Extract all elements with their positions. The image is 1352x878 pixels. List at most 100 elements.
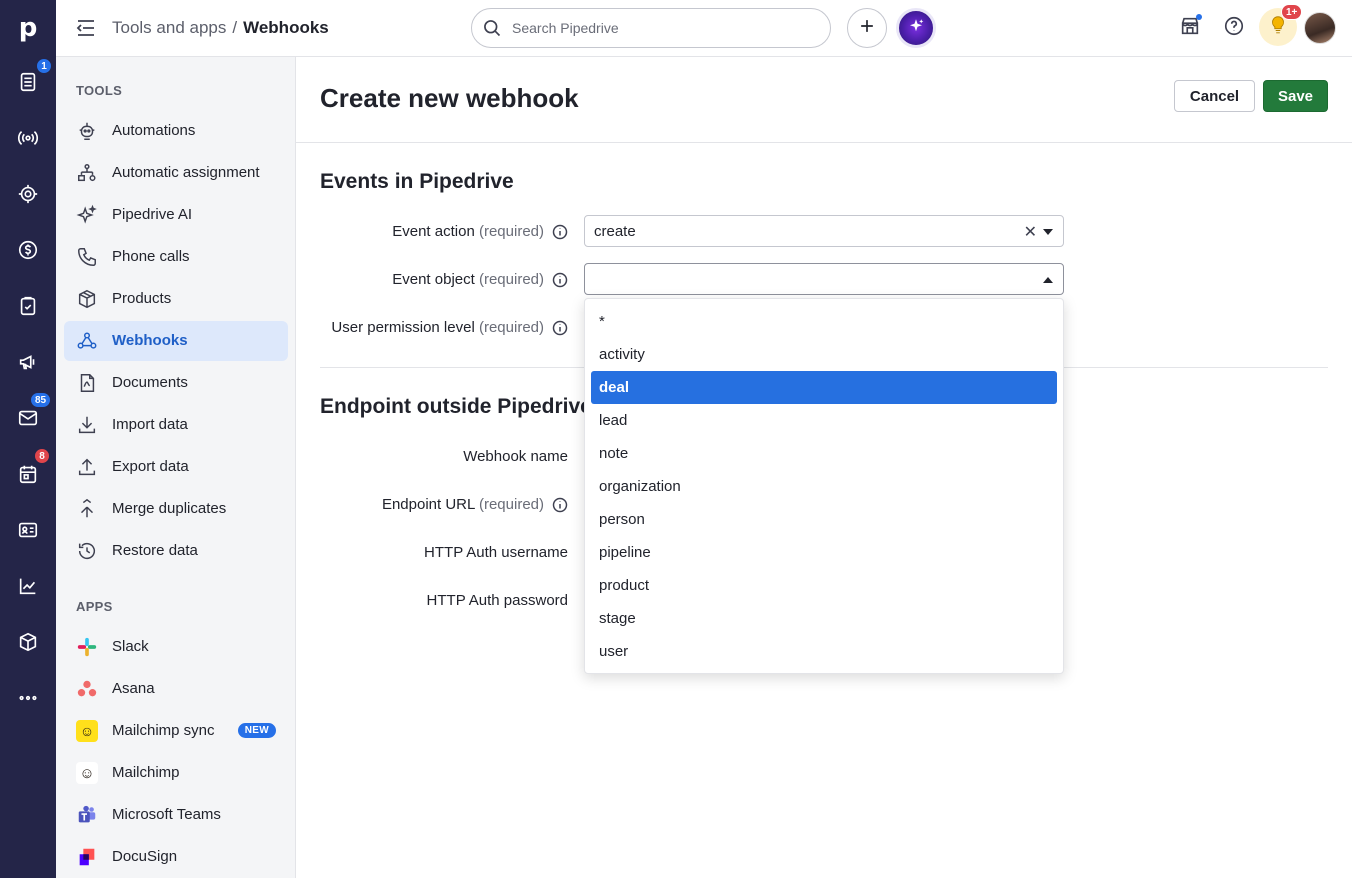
rail-calendar[interactable]: 8: [0, 448, 56, 496]
sidebar-item-merge-duplicates[interactable]: Merge duplicates: [64, 489, 288, 529]
search-input[interactable]: [512, 17, 812, 39]
dropdown-option[interactable]: organization: [591, 470, 1057, 503]
robot-icon: [76, 120, 98, 142]
rail-mail[interactable]: 85: [0, 392, 56, 440]
event-object-dropdown: * activity deal lead note organization p…: [584, 298, 1064, 674]
rail-campaigns[interactable]: [0, 344, 56, 384]
field-label-text: Event object: [392, 271, 475, 288]
sidebar-item-automations[interactable]: Automations: [64, 111, 288, 151]
store-dot: [1196, 14, 1202, 20]
rail-deals[interactable]: [0, 176, 56, 216]
sidebar-item-label: Merge duplicates: [112, 500, 227, 517]
sidebar-item-products[interactable]: Products: [64, 279, 288, 319]
document-icon: [76, 372, 98, 394]
rail-contacts[interactable]: [0, 512, 56, 552]
webhook-icon: [76, 330, 98, 352]
download-icon: [76, 414, 98, 436]
tips-button[interactable]: 1+: [1259, 4, 1303, 46]
sidebar-item-label: Documents: [112, 374, 188, 391]
dropdown-option[interactable]: pipeline: [591, 536, 1057, 569]
info-icon[interactable]: [552, 497, 568, 513]
save-button[interactable]: Save: [1263, 80, 1328, 112]
dropdown-option[interactable]: product: [591, 569, 1057, 602]
asana-icon: [76, 678, 98, 700]
breadcrumb: Tools and apps / Webhooks: [112, 18, 329, 38]
sidebar-item-restore-data[interactable]: Restore data: [64, 531, 288, 571]
mailchimp-icon: ☺: [76, 762, 98, 784]
dropdown-option[interactable]: activity: [591, 338, 1057, 371]
event-object-select[interactable]: [584, 263, 1064, 295]
apps-section-title: APPS: [76, 599, 113, 614]
help-icon: [1223, 15, 1245, 42]
chevron-down-icon: [1043, 229, 1053, 235]
dollar-icon: [17, 239, 39, 266]
sidebar-item-automatic-assignment[interactable]: Automatic assignment: [64, 153, 288, 193]
sidebar-item-microsoft-teams[interactable]: Microsoft Teams: [64, 795, 288, 835]
event-action-select[interactable]: create ✕: [584, 215, 1064, 247]
menu-collapse-icon[interactable]: [76, 18, 98, 38]
rail-more[interactable]: [0, 680, 56, 720]
sidebar-item-webhooks[interactable]: Webhooks: [64, 321, 288, 361]
sidebar-item-mailchimp-sync[interactable]: ☺ Mailchimp sync NEW: [64, 711, 288, 751]
sidebar-item-label: Slack: [112, 638, 149, 655]
docusign-icon: [76, 846, 98, 868]
required-text: (required): [478, 319, 544, 336]
global-search[interactable]: [471, 8, 831, 48]
rail-money[interactable]: [0, 232, 56, 272]
pipedrive-logo[interactable]: p: [0, 0, 56, 56]
sidebar-item-import-data[interactable]: Import data: [64, 405, 288, 445]
notification-badge: 1+: [1281, 4, 1303, 20]
dropdown-option[interactable]: note: [591, 437, 1057, 470]
info-icon[interactable]: [552, 320, 568, 336]
sidebar-item-phone-calls[interactable]: Phone calls: [64, 237, 288, 277]
teams-icon: [76, 804, 98, 826]
sidebar-item-mailchimp[interactable]: ☺ Mailchimp: [64, 753, 288, 793]
breadcrumb-separator: /: [232, 18, 238, 37]
dropdown-option[interactable]: stage: [591, 602, 1057, 635]
marketplace-button[interactable]: [1176, 14, 1204, 42]
quick-add-button[interactable]: [847, 8, 887, 48]
breadcrumb-parent[interactable]: Tools and apps: [112, 18, 226, 37]
sidebar-item-slack[interactable]: Slack: [64, 627, 288, 667]
slack-icon: [76, 636, 98, 658]
clear-icon[interactable]: ✕: [1024, 222, 1037, 242]
sidebar-item-label: Automatic assignment: [112, 164, 260, 181]
page-title: Create new webhook: [320, 83, 579, 113]
upload-icon: [76, 456, 98, 478]
info-icon[interactable]: [552, 272, 568, 288]
sidebar-item-asana[interactable]: Asana: [64, 669, 288, 709]
dropdown-option[interactable]: person: [591, 503, 1057, 536]
main-content: Create new webhook Cancel Save Events in…: [296, 57, 1352, 878]
rail-products[interactable]: [0, 624, 56, 664]
sidebar-item-label: Products: [112, 290, 172, 307]
sidebar-item-documents[interactable]: Documents: [64, 363, 288, 403]
dropdown-option[interactable]: *: [591, 305, 1057, 338]
sidebar-item-label: Import data: [112, 416, 188, 433]
rail-badge: 1: [36, 58, 52, 74]
field-label-text: Event action: [392, 223, 475, 240]
header-divider: [296, 142, 1352, 143]
rail-activities[interactable]: [0, 288, 56, 328]
dropdown-option[interactable]: user: [591, 635, 1057, 668]
rail-leads[interactable]: [0, 120, 56, 160]
user-avatar[interactable]: [1304, 12, 1336, 44]
sidebar-item-label: Export data: [112, 458, 189, 475]
event-object-label: Event object (required): [392, 271, 544, 288]
help-button[interactable]: [1220, 14, 1248, 42]
endpoint-section-heading: Endpoint outside Pipedrive: [320, 395, 592, 418]
endpoint-url-label: Endpoint URL (required): [382, 496, 544, 513]
sidebar-item-docusign[interactable]: DocuSign: [64, 837, 288, 877]
cancel-button[interactable]: Cancel: [1174, 80, 1255, 112]
dropdown-option[interactable]: lead: [591, 404, 1057, 437]
rail-insights[interactable]: [0, 568, 56, 608]
box-icon: [76, 288, 98, 310]
leads-broadcast-icon: [17, 127, 39, 154]
rail-deals-list[interactable]: 1: [0, 58, 56, 104]
info-icon[interactable]: [552, 224, 568, 240]
ai-assistant-button[interactable]: [896, 8, 936, 48]
tools-sidebar: TOOLS Automations Automatic assignment P…: [56, 57, 296, 878]
sidebar-item-pipedrive-ai[interactable]: Pipedrive AI: [64, 195, 288, 235]
chevron-up-icon: [1043, 277, 1053, 283]
dropdown-option-highlighted[interactable]: deal: [591, 371, 1057, 404]
sidebar-item-export-data[interactable]: Export data: [64, 447, 288, 487]
